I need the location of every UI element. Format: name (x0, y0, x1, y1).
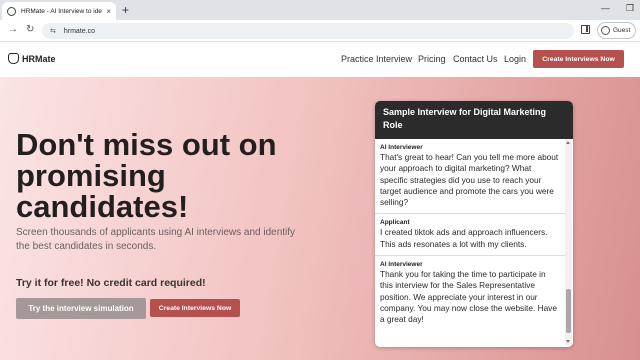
hero-heading: Don't miss out on promising candidates! (16, 127, 277, 224)
tab-title: HRMate - AI Interview to identi (21, 7, 103, 15)
message-text: That's great to hear! Can you tell me mo… (380, 152, 559, 208)
close-tab-icon[interactable]: × (106, 7, 111, 16)
sample-interview-panel: Sample Interview for Digital Marketing R… (375, 101, 573, 347)
nav-practice-interview[interactable]: Practice Interview (341, 54, 412, 64)
hero-create-interviews-button[interactable]: Create Interviews Now (150, 299, 240, 317)
user-icon (601, 26, 610, 35)
logo[interactable]: HRMate (8, 53, 56, 64)
message-text: Thank you for taking the time to partici… (380, 269, 557, 325)
nav-pricing[interactable]: Pricing (418, 54, 446, 64)
message-text: I created tiktok ads and approach influe… (380, 227, 548, 249)
hero-subtext: Screen thousands of applicants using AI … (16, 227, 296, 252)
scroll-thumb[interactable] (566, 289, 571, 333)
browser-tab-bar: HRMate - AI Interview to identi × + — ❐ (0, 0, 640, 20)
window-controls: — ❐ (601, 3, 634, 14)
try-simulation-button[interactable]: Try the interview simulation (16, 298, 146, 319)
scroll-down-icon[interactable] (566, 340, 570, 343)
minimize-icon[interactable]: — (601, 3, 610, 14)
chat-message: Applicant I created tiktok ads and appro… (375, 214, 565, 257)
new-tab-button[interactable]: + (122, 3, 129, 17)
nav-contact-us[interactable]: Contact Us (453, 54, 498, 64)
profile-button[interactable]: Guest (597, 22, 636, 39)
url-field[interactable]: ⇆ hrmate.co (42, 23, 574, 39)
profile-label: Guest (613, 27, 631, 34)
panel-header: Sample Interview for Digital Marketing R… (375, 101, 573, 139)
side-panel-icon[interactable] (581, 25, 590, 34)
site-info-icon[interactable]: ⇆ (50, 27, 56, 35)
url-text: hrmate.co (63, 27, 95, 35)
nav-login[interactable]: Login (504, 54, 526, 64)
panel-scrollbar[interactable] (565, 139, 572, 345)
chat-message: AI Interviewer That's great to hear! Can… (375, 139, 565, 215)
logo-icon (8, 53, 19, 64)
address-bar-row: → ↻ ⇆ hrmate.co Guest (0, 20, 640, 42)
browser-tab[interactable]: HRMate - AI Interview to identi × (2, 2, 116, 20)
chat-message: AI Interviewer Thank you for taking the … (375, 256, 565, 330)
scroll-up-icon[interactable] (566, 141, 570, 144)
logo-text: HRMate (22, 53, 56, 64)
favicon-icon (7, 6, 16, 16)
panel-title: Sample Interview for Digital Marketing R… (383, 107, 547, 130)
message-role: AI Interviewer (380, 261, 423, 269)
message-role: Applicant (380, 219, 410, 227)
forward-icon[interactable]: → (8, 24, 18, 36)
free-trial-text: Try it for free! No credit card required… (16, 277, 206, 289)
chat-transcript[interactable]: AI Interviewer That's great to hear! Can… (375, 139, 565, 347)
restore-icon[interactable]: ❐ (626, 3, 634, 14)
message-role: AI Interviewer (380, 144, 423, 151)
site-header: HRMate Practice Interview Pricing Contac… (0, 43, 640, 77)
reload-icon[interactable]: ↻ (26, 24, 34, 36)
create-interviews-button[interactable]: Create Interviews Now (533, 50, 624, 68)
